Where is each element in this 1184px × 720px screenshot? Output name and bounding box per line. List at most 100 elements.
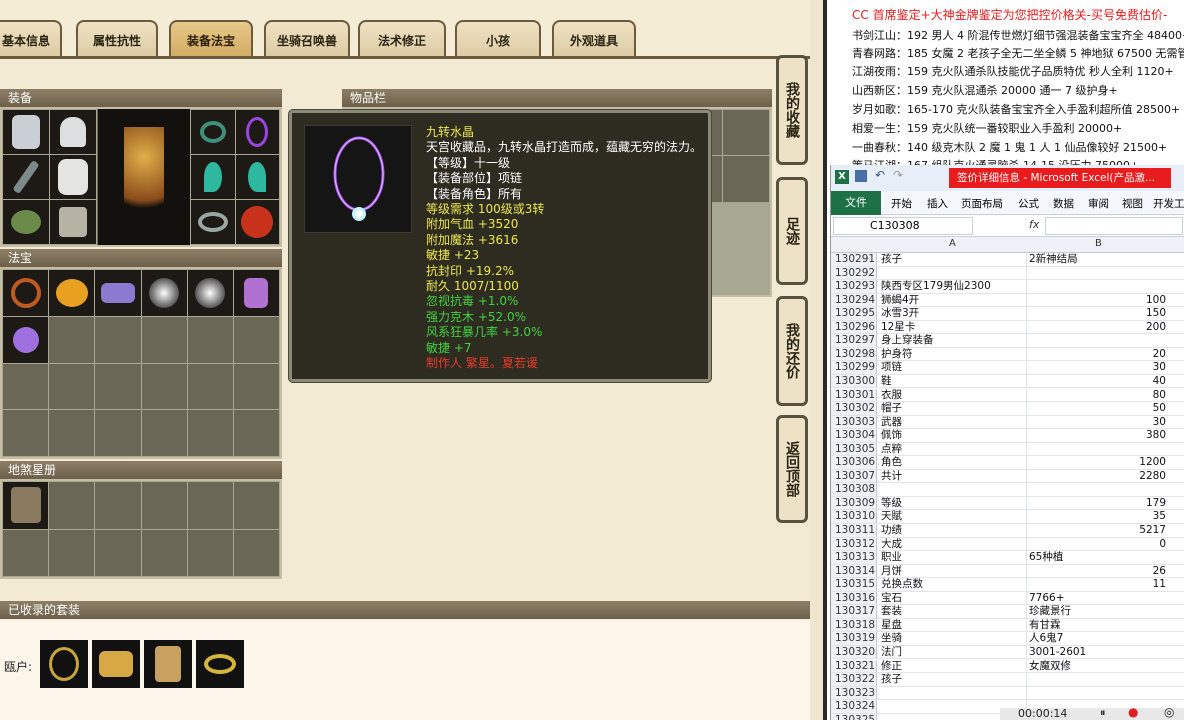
equip-slot-robe[interactable] — [50, 155, 96, 199]
cell-a[interactable]: 天賦 — [879, 510, 1027, 523]
cell-b[interactable]: 40 — [1027, 375, 1170, 388]
cell-a[interactable]: 职业 — [879, 551, 1027, 564]
row-number[interactable]: 130302 — [831, 402, 877, 415]
star-book-slot[interactable] — [233, 529, 279, 576]
cell-b[interactable]: 100 — [1027, 294, 1170, 307]
row-number[interactable]: 130313 — [831, 551, 877, 564]
ribbon-tab-developer[interactable]: 开发工 — [1153, 196, 1184, 211]
treasure-slot[interactable] — [233, 270, 279, 316]
row-number[interactable]: 130305 — [831, 442, 877, 456]
tab-attributes[interactable]: 属性抗性 — [76, 20, 158, 58]
treasure-slot[interactable] — [187, 410, 233, 456]
equip-slot-weapon[interactable] — [3, 155, 49, 199]
undo-icon[interactable]: ↶ — [875, 168, 885, 182]
equip-slot-belt[interactable] — [3, 200, 49, 244]
cell-b[interactable]: 80 — [1027, 389, 1170, 402]
sheet-row[interactable]: 130321 修正 女魔双修 — [831, 659, 1184, 674]
treasure-slot[interactable] — [3, 410, 49, 456]
sheet-row[interactable]: 130309 等级 179 — [831, 496, 1184, 511]
cell-b[interactable]: 女魔双修 — [1027, 660, 1170, 673]
save-icon[interactable] — [855, 170, 867, 182]
sheet-row[interactable]: 130311 功绩 5217 — [831, 524, 1184, 538]
news-line[interactable]: 相爱一生：159 克火队统一番较职业入手盈利 20000+ — [852, 120, 1122, 136]
star-book-slot[interactable] — [233, 482, 279, 529]
cell-a[interactable]: 狮蝎4开 — [879, 293, 1027, 307]
treasure-slot[interactable] — [233, 363, 279, 410]
redo-icon[interactable]: ↷ — [893, 168, 903, 182]
record-icon[interactable]: ● — [1128, 705, 1138, 719]
sheet-row[interactable]: 130310 天賦 35 — [831, 510, 1184, 524]
star-book-slot[interactable] — [49, 529, 95, 576]
cell-a[interactable]: 修正 — [879, 659, 1027, 673]
footprint-button[interactable]: 足迹 — [776, 177, 808, 285]
treasure-slot[interactable] — [233, 410, 279, 456]
news-line[interactable]: 山西新区：159 克火队混通杀 20000 通一 7 级护身+ — [852, 82, 1118, 98]
cell-b[interactable]: 20 — [1027, 348, 1170, 361]
sheet-row[interactable]: 130296 12星卡 200 — [831, 320, 1184, 335]
row-number[interactable]: 130306 — [831, 456, 877, 469]
sheet-row[interactable]: 130318 星盘 有甘霖 — [831, 618, 1184, 633]
row-number[interactable]: 130317 — [831, 605, 877, 618]
inventory-slot[interactable] — [722, 110, 769, 156]
equip-slot-ring-2[interactable] — [235, 155, 279, 199]
equip-slot-boots[interactable] — [50, 200, 96, 244]
name-box[interactable]: C130308 — [833, 217, 973, 235]
cell-a[interactable]: 坐骑 — [879, 632, 1027, 645]
star-book-slot[interactable] — [141, 482, 187, 529]
treasure-slot[interactable] — [3, 363, 49, 410]
cell-b[interactable]: 50 — [1027, 402, 1170, 415]
cell-b[interactable]: 3001-2601 — [1027, 646, 1170, 659]
sheet-row[interactable]: 130319 坐骑 人6鬼7 — [831, 632, 1184, 646]
row-number[interactable]: 130318 — [831, 618, 877, 632]
treasure-slot[interactable] — [95, 410, 141, 456]
row-number[interactable]: 130311 — [831, 524, 877, 537]
news-line[interactable]: 书剑江山：192 男人 4 阶混传世燃灯细节强混装备宝宝齐全 48400+ — [852, 27, 1184, 43]
my-counteroffer-button[interactable]: 我的还价 — [776, 296, 808, 406]
cell-b[interactable] — [1027, 443, 1170, 456]
cell-b[interactable]: 200 — [1027, 321, 1170, 334]
sheet-row[interactable]: 130315 兑换点数 11 — [831, 578, 1184, 592]
row-number[interactable]: 130309 — [831, 496, 877, 510]
column-b-header[interactable]: B — [1095, 238, 1102, 249]
ribbon-tab-home[interactable]: 开始 — [891, 196, 912, 211]
row-number[interactable]: 130297 — [831, 334, 877, 347]
equip-slot-armor[interactable] — [3, 110, 49, 154]
sheet-row[interactable]: 130291 孩子 2新神结局 — [831, 253, 1184, 267]
treasure-slot[interactable] — [141, 270, 187, 316]
treasure-slot[interactable] — [187, 270, 233, 316]
ribbon-tab-insert[interactable]: 插入 — [927, 196, 948, 211]
cell-b[interactable]: 65种植 — [1027, 551, 1170, 564]
sheet-row[interactable]: 130293 陕西专区179男仙2300 — [831, 280, 1184, 294]
cell-b[interactable]: 30 — [1027, 361, 1170, 374]
cell-a[interactable]: 兑换点数 — [879, 578, 1027, 591]
cell-b[interactable] — [1027, 280, 1170, 293]
cell-b[interactable]: 179 — [1027, 497, 1170, 510]
treasure-slot[interactable] — [3, 270, 49, 316]
cell-a[interactable]: 陕西专区179男仙2300 — [879, 280, 1027, 293]
star-book-slot[interactable] — [3, 529, 49, 576]
cell-b[interactable]: 人6鬼7 — [1027, 632, 1170, 645]
treasure-slot[interactable] — [141, 316, 187, 363]
star-book-slot[interactable] — [95, 529, 141, 576]
cell-a[interactable]: 鞋 — [879, 374, 1027, 388]
cell-a[interactable]: 身上穿装备 — [879, 334, 1027, 347]
sheet-row[interactable]: 130317 套装 珍藏景行 — [831, 605, 1184, 619]
equip-slot-necklace[interactable] — [235, 110, 279, 154]
row-number[interactable]: 130316 — [831, 591, 877, 605]
sheet-row[interactable]: 130303 武器 30 — [831, 415, 1184, 430]
row-number[interactable]: 130312 — [831, 537, 877, 551]
sheet-row[interactable]: 130305 点粹 — [831, 442, 1184, 457]
sheet-row[interactable]: 130314 月饼 26 — [831, 564, 1184, 579]
cell-b[interactable] — [1027, 483, 1170, 496]
row-number[interactable]: 130310 — [831, 510, 877, 523]
row-number[interactable]: 130298 — [831, 347, 877, 361]
tab-basic-info[interactable]: 基本信息 — [0, 20, 62, 58]
cell-a[interactable] — [879, 686, 1027, 700]
row-number[interactable]: 130322 — [831, 673, 877, 686]
sheet-row[interactable]: 130301 衣服 80 — [831, 388, 1184, 403]
tab-appearance[interactable]: 外观道具 — [552, 20, 636, 58]
cell-a[interactable]: 角色 — [879, 456, 1027, 469]
cell-a[interactable] — [879, 266, 1027, 280]
treasure-slot[interactable] — [49, 316, 95, 363]
treasure-slot[interactable] — [49, 363, 95, 410]
